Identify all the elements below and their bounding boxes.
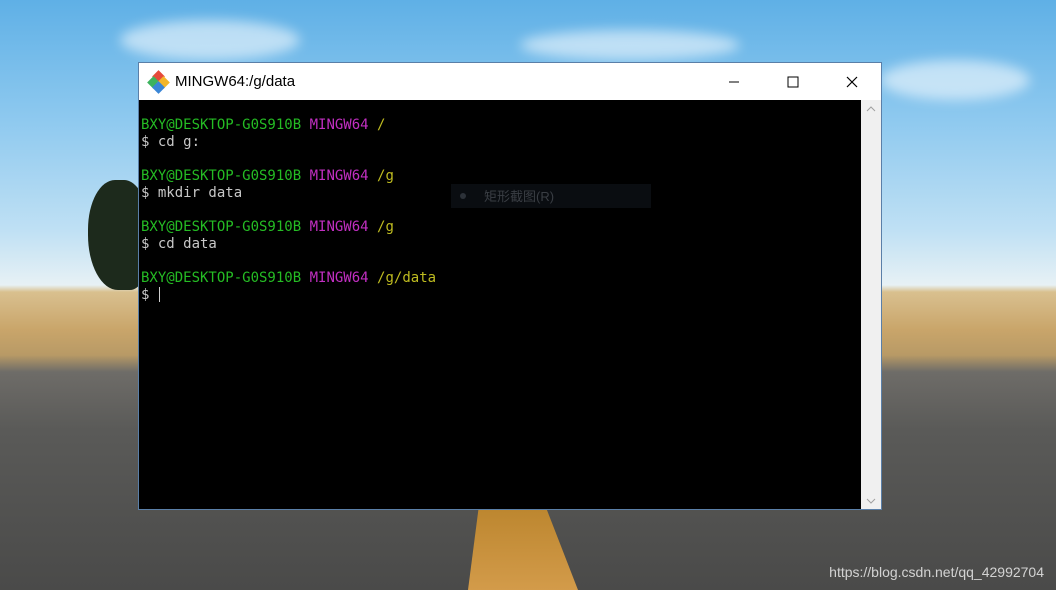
chevron-up-icon xyxy=(866,105,876,111)
prompt-path: /g/data xyxy=(377,270,437,286)
terminal-window[interactable]: MINGW64:/g/data BXY@DESKTOP-G0S910B MING… xyxy=(138,62,882,510)
scroll-up-button[interactable] xyxy=(861,100,881,117)
minimize-button[interactable] xyxy=(704,63,763,100)
prompt-path: /g xyxy=(377,168,394,184)
cloud xyxy=(520,30,740,60)
tooltip-label: 矩形截图(R) xyxy=(484,188,555,204)
window-controls xyxy=(704,63,881,100)
prompt-line: BXY@DESKTOP-G0S910B MINGW64 /g xyxy=(139,219,861,236)
prompt-path: / xyxy=(377,117,386,133)
text-cursor xyxy=(158,287,160,302)
command-line: $ cd g: xyxy=(141,134,201,150)
road-center-line xyxy=(468,505,578,590)
prompt-shell: MINGW64 xyxy=(309,117,369,133)
input-prompt: $ xyxy=(141,287,158,303)
window-title: MINGW64:/g/data xyxy=(175,73,296,90)
prompt-line: BXY@DESKTOP-G0S910B MINGW64 /g xyxy=(139,168,861,185)
watermark: https://blog.csdn.net/qq_42992704 xyxy=(829,564,1044,580)
prompt-shell: MINGW64 xyxy=(309,270,369,286)
snip-tooltip[interactable]: 矩形截图(R) xyxy=(451,184,651,208)
prompt-shell: MINGW64 xyxy=(309,168,369,184)
chevron-down-icon xyxy=(866,498,876,504)
prompt-user: BXY@DESKTOP-G0S910B xyxy=(141,270,302,286)
prompt-user: BXY@DESKTOP-G0S910B xyxy=(141,168,302,184)
cloud xyxy=(120,20,300,60)
prompt-user: BXY@DESKTOP-G0S910B xyxy=(141,219,302,235)
maximize-icon xyxy=(787,76,798,87)
prompt-shell: MINGW64 xyxy=(309,219,369,235)
minimize-icon xyxy=(728,81,739,82)
command-line: $ cd data xyxy=(141,236,217,252)
vertical-scrollbar[interactable] xyxy=(861,100,881,509)
close-icon xyxy=(846,76,857,87)
title-bar[interactable]: MINGW64:/g/data xyxy=(139,63,881,100)
bullet-icon xyxy=(460,193,466,199)
input-line[interactable]: $ xyxy=(139,287,861,304)
git-diamond-icon xyxy=(147,69,170,94)
close-button[interactable] xyxy=(822,63,881,100)
cloud xyxy=(880,60,1030,100)
prompt-line: BXY@DESKTOP-G0S910B MINGW64 / xyxy=(139,117,861,134)
terminal-output[interactable]: BXY@DESKTOP-G0S910B MINGW64 / $ cd g: BX… xyxy=(139,100,861,509)
maximize-button[interactable] xyxy=(763,63,822,100)
scroll-down-button[interactable] xyxy=(861,492,881,509)
prompt-line: BXY@DESKTOP-G0S910B MINGW64 /g/data xyxy=(139,270,861,287)
prompt-user: BXY@DESKTOP-G0S910B xyxy=(141,117,302,133)
prompt-path: /g xyxy=(377,219,394,235)
